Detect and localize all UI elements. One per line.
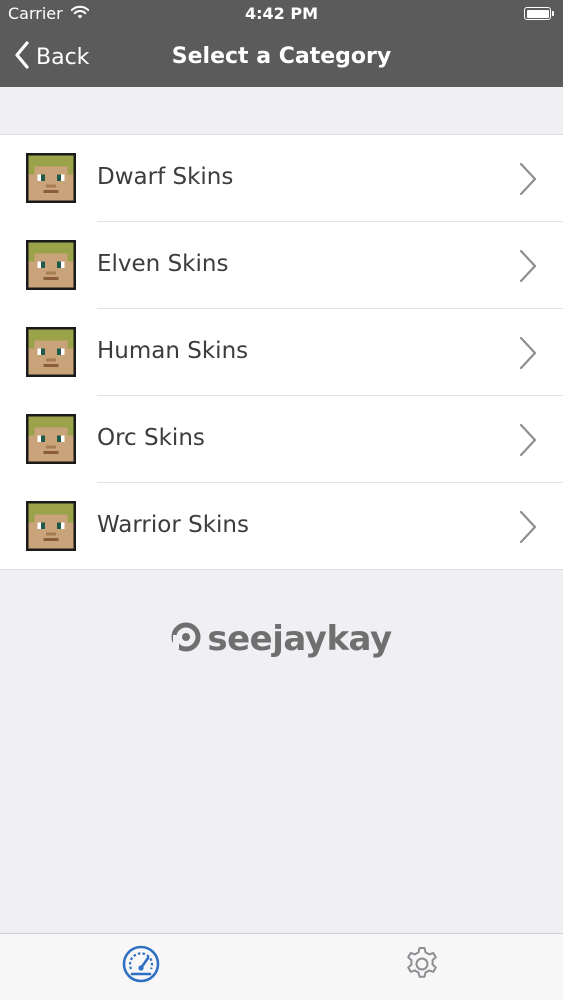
- category-row[interactable]: Warrior Skins: [0, 483, 563, 570]
- tab-settings[interactable]: [400, 944, 444, 988]
- tab-bar: [0, 933, 563, 1000]
- chevron-right-icon: [519, 423, 537, 461]
- category-label: Warrior Skins: [97, 512, 249, 538]
- category-row[interactable]: Dwarf Skins: [0, 135, 563, 222]
- status-bar: Carrier 4:42 PM: [0, 0, 563, 28]
- chevron-right-icon: [519, 510, 537, 548]
- gear-icon: [402, 944, 442, 988]
- skin-head-icon: [26, 153, 76, 203]
- chevron-right-icon: [519, 336, 537, 374]
- chevron-right-icon: [519, 249, 537, 287]
- status-time: 4:42 PM: [244, 4, 318, 23]
- brand-logo: seejaykay: [0, 617, 563, 661]
- category-row[interactable]: Elven Skins: [0, 222, 563, 309]
- tab-dashboard[interactable]: [119, 944, 163, 988]
- category-row[interactable]: Human Skins: [0, 309, 563, 396]
- navigation-header: Carrier 4:42 PM Back Select a Category: [0, 0, 563, 87]
- category-label: Dwarf Skins: [97, 164, 234, 190]
- page-title: Select a Category: [171, 44, 392, 69]
- battery-icon: [524, 7, 554, 20]
- skin-head-icon: [26, 501, 76, 551]
- logo-text: seejaykay: [207, 619, 392, 659]
- skin-head-icon: [26, 240, 76, 290]
- category-row[interactable]: Orc Skins: [0, 396, 563, 483]
- category-list: Dwarf Skins Elven Skins Human Skins Orc Ski…: [0, 134, 563, 570]
- category-label: Human Skins: [97, 338, 249, 364]
- category-label: Orc Skins: [97, 425, 205, 451]
- app-screen: Carrier 4:42 PM Back Select a Category D…: [0, 0, 563, 1000]
- seejaykay-logo-icon: [171, 622, 201, 656]
- category-label: Elven Skins: [97, 251, 229, 277]
- skin-head-icon: [26, 414, 76, 464]
- dashboard-icon: [121, 944, 161, 988]
- chevron-right-icon: [519, 162, 537, 200]
- skin-head-icon: [26, 327, 76, 377]
